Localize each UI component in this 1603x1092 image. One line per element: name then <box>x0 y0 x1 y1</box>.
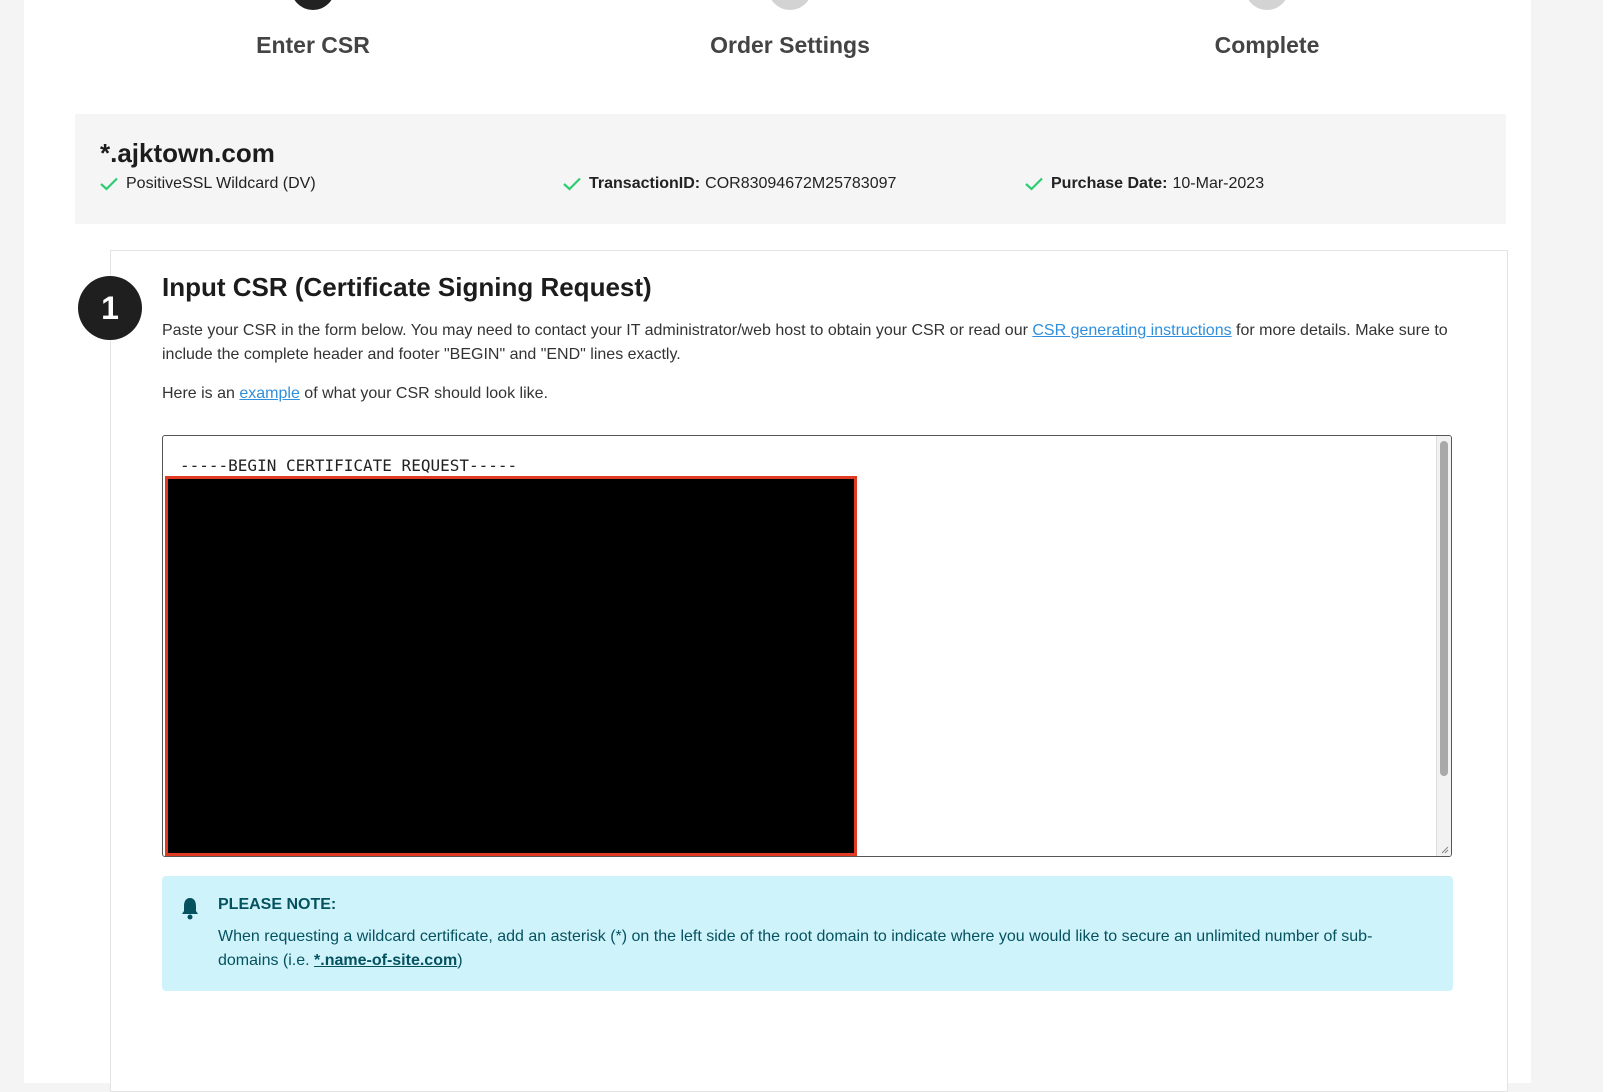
step-enter-csr: Enter CSR <box>163 0 463 59</box>
note-body: When requesting a wildcard certificate, … <box>218 925 1408 973</box>
csr-textarea[interactable]: -----BEGIN CERTIFICATE REQUEST----- <box>162 435 1452 857</box>
resize-handle-icon[interactable] <box>1439 844 1449 854</box>
section-title: Input CSR (Certificate Signing Request) <box>162 272 652 302</box>
purchase-date-item: Purchase Date: 10-Mar-2023 <box>1025 175 1264 193</box>
order-summary: *.ajktown.com PositiveSSL Wildcard (DV) … <box>75 114 1506 224</box>
csr-instructions-link[interactable]: CSR generating instructions <box>1032 322 1231 339</box>
note-example-domain: *.name-of-site.com <box>314 952 458 969</box>
check-icon <box>1025 177 1043 191</box>
transaction-label: TransactionID: <box>589 175 701 192</box>
scrollbar-thumb[interactable] <box>1440 441 1448 776</box>
domain-name: *.ajktown.com <box>100 138 275 168</box>
step-complete: Complete <box>1117 0 1417 59</box>
check-icon <box>100 177 118 191</box>
example-link[interactable]: example <box>239 385 299 402</box>
check-icon <box>563 177 581 191</box>
page-container: Enter CSR Order Settings Complete *.ajkt… <box>24 0 1531 1092</box>
step-label: Complete <box>1214 32 1320 58</box>
note-title: PLEASE NOTE: <box>218 896 337 913</box>
example-text: Here is an <box>162 385 240 402</box>
product-item: PositiveSSL Wildcard (DV) <box>100 175 316 193</box>
step-label: Enter CSR <box>256 32 370 58</box>
step-order-settings: Order Settings <box>640 0 940 59</box>
redacted-csr-content <box>165 476 857 856</box>
step-number-badge: 1 <box>78 276 142 340</box>
scrollbar-track[interactable] <box>1436 436 1451 856</box>
example-line: Here is an example of what your CSR shou… <box>162 385 548 403</box>
bell-icon <box>182 898 198 920</box>
step-indicator <box>768 0 812 10</box>
please-note-alert: PLEASE NOTE: When requesting a wildcard … <box>162 876 1453 991</box>
purchase-date-label: Purchase Date: <box>1051 175 1168 192</box>
csr-begin-line: -----BEGIN CERTIFICATE REQUEST----- <box>180 456 518 475</box>
csr-instructions: Paste your CSR in the form below. You ma… <box>162 319 1462 367</box>
product-name: PositiveSSL Wildcard (DV) <box>126 175 316 192</box>
instructions-text: Paste your CSR in the form below. You ma… <box>162 322 1033 339</box>
step-indicator <box>1245 0 1289 10</box>
step-indicator-active <box>291 0 335 10</box>
transaction-id: COR83094672M25783097 <box>705 175 897 192</box>
purchase-date: 10-Mar-2023 <box>1172 175 1265 192</box>
transaction-item: TransactionID: COR83094672M25783097 <box>563 175 896 193</box>
step-label: Order Settings <box>710 32 870 58</box>
note-text: ) <box>457 952 463 969</box>
example-text: of what your CSR should look like. <box>299 385 548 402</box>
